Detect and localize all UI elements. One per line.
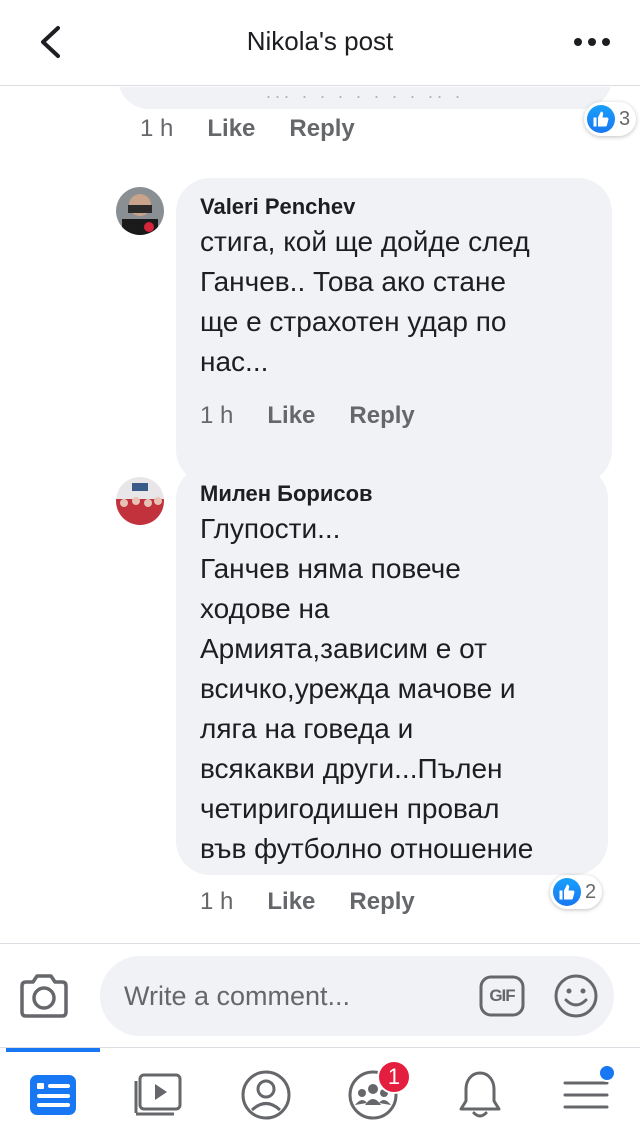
comment-actions: 1 h Like Reply [200,888,449,916]
avatar[interactable] [116,477,164,525]
tab-notifications[interactable] [440,1060,520,1130]
comment-box: GIF [100,956,614,1036]
reaction-summary[interactable]: 2 [550,875,603,909]
like-button[interactable]: Like [267,888,315,916]
reply-button[interactable]: Reply [349,402,414,430]
comment-bubble[interactable]: ... . . . . . . . .. . [118,87,612,109]
news-feed-icon [30,1075,76,1115]
reply-button[interactable]: Reply [349,888,414,916]
comment-input[interactable] [124,956,464,1036]
reaction-summary[interactable]: 3 [584,102,637,136]
smiley-icon [554,974,598,1018]
comment-bubble[interactable]: Милен Борисов Глупости... Ганчев няма по… [176,465,608,875]
page-title: Nikola's post [246,26,394,56]
more-options-button[interactable] [568,24,616,60]
reaction-count: 2 [585,880,597,903]
emoji-button[interactable] [552,972,600,1020]
comment-text: ... . . . . . . . .. . [265,87,465,102]
thumbs-up-icon [553,878,581,906]
reaction-count: 3 [619,107,631,130]
more-horizontal-icon [574,38,610,46]
tab-menu[interactable] [546,1060,626,1130]
active-tab-indicator [6,1048,100,1052]
comment-actions: 1 h Like Reply [140,115,389,143]
bottom-navigation: 1 [0,1047,640,1136]
tab-profile[interactable] [226,1060,306,1130]
video-icon [134,1073,182,1116]
comment-time: 1 h [200,402,234,429]
comments-list[interactable]: ... . . . . . . . .. . 1 h Like Reply 3 … [0,87,640,943]
reply-button[interactable]: Reply [289,115,354,143]
like-button[interactable]: Like [207,115,255,143]
avatar[interactable] [116,187,164,235]
profile-icon [241,1070,291,1120]
tab-watch[interactable] [119,1060,199,1130]
comment-time: 1 h [200,888,234,915]
comment-time: 1 h [140,115,174,142]
comment-actions: 1 h Like Reply [200,402,449,430]
thumbs-up-icon [587,105,615,133]
bell-icon [459,1071,501,1118]
menu-dot-badge [598,1064,616,1082]
top-bar: Nikola's post [0,0,640,86]
camera-button[interactable] [18,972,70,1020]
comment-composer: GIF [0,943,640,1047]
notification-badge: 1 [377,1060,411,1094]
comment-text: Глупости... Ганчев няма повече ходове на… [200,513,534,864]
tab-news-feed[interactable] [13,1060,93,1130]
comment-author[interactable]: Милен Борисов [200,479,584,509]
comment-author[interactable]: Valeri Penchev [200,192,588,222]
comment-bubble[interactable]: Valeri Penchev стига, кой ще дойде след … [176,178,612,484]
gif-label: GIF [489,986,515,1005]
comment-text: стига, кой ще дойде след Ганчев.. Това а… [200,226,530,377]
camera-icon [20,974,68,1018]
like-button[interactable]: Like [267,402,315,430]
gif-button[interactable]: GIF [478,972,526,1020]
tab-groups[interactable]: 1 [333,1060,413,1130]
